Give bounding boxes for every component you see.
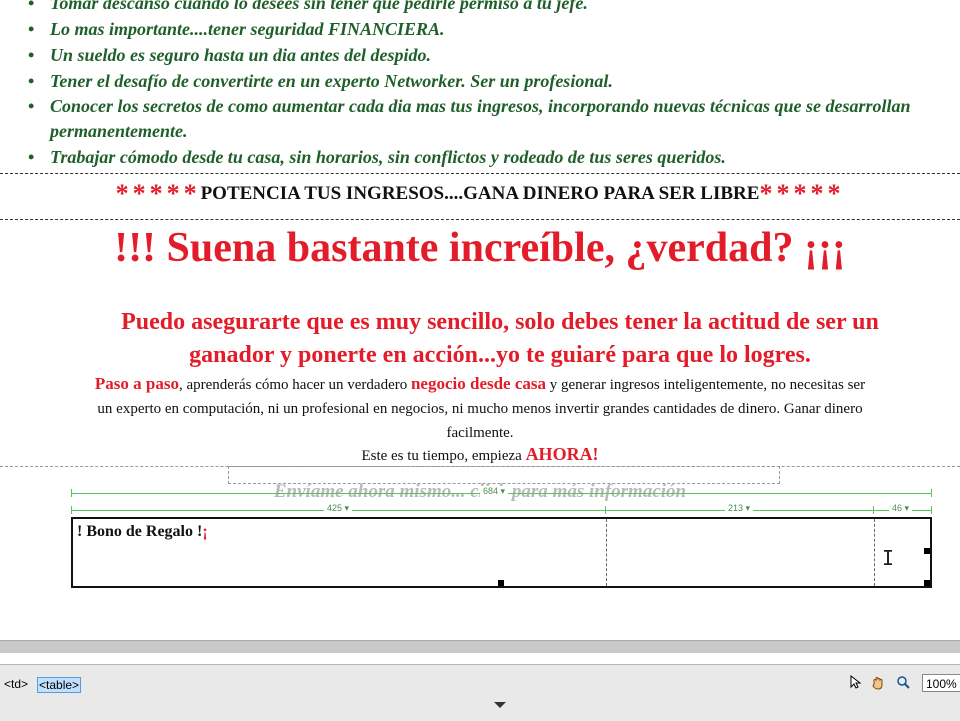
list-item: • Conocer los secretos de como aumentar c…: [28, 96, 911, 141]
table-cell[interactable]: ! Bono de Regalo !¡: [73, 519, 607, 586]
bullet-icon: •: [28, 71, 35, 91]
list-item: • Trabajar cómodo desde tu casa, sin hora…: [28, 144, 960, 170]
splitter-grip-icon[interactable]: [470, 696, 530, 708]
bullet-icon: •: [28, 0, 35, 13]
call-to-action: Este es tu tiempo, empieza AHORA!: [361, 444, 599, 464]
status-bar: <td> <table> 100%: [0, 664, 960, 721]
stars-left: *****: [115, 179, 201, 208]
headline: !!! Suena bastante increíble, ¿verdad? ¡…: [114, 225, 846, 271]
column-width-line: [71, 510, 932, 511]
resize-handle[interactable]: [924, 580, 930, 586]
bullet-icon: •: [28, 96, 35, 116]
zoom-icon[interactable]: [895, 675, 911, 691]
intro-paragraph: Paso a paso, aprenderás cómo hacer un ve…: [94, 374, 866, 441]
table-cell[interactable]: [607, 519, 875, 586]
table-width-label[interactable]: 684 ▾: [480, 486, 509, 497]
stars-right: *****: [759, 179, 845, 208]
select-arrow-icon[interactable]: [847, 674, 863, 691]
tag-table[interactable]: <table>: [37, 677, 82, 693]
selected-table[interactable]: ! Bono de Regalo !¡: [71, 517, 932, 588]
zoom-select[interactable]: 100%: [922, 674, 960, 692]
list-item: • Un sueldo es seguro hasta un dia antes …: [28, 42, 960, 68]
hand-icon[interactable]: [870, 675, 886, 691]
subheadline: Puedo asegurarte que es muy sencillo, so…: [121, 309, 879, 368]
bullet-icon: •: [28, 45, 35, 65]
col2-width-label[interactable]: 213 ▾: [725, 503, 754, 514]
banner-text: POTENCIA TUS INGRESOS....GANA DINERO PAR…: [200, 183, 760, 204]
horizontal-scrollbar[interactable]: [0, 640, 960, 653]
bono-text: ! Bono de Regalo !¡: [77, 523, 208, 540]
tag-td[interactable]: <td>: [3, 677, 29, 691]
benefits-list: • Tomar descanso cuando lo desees sin ten…: [28, 0, 960, 170]
resize-handle[interactable]: [498, 580, 504, 586]
col1-width-label[interactable]: 425 ▾: [324, 503, 353, 514]
list-item: • Tomar descanso cuando lo desees sin ten…: [28, 0, 960, 16]
text-cursor-icon: I: [882, 546, 895, 570]
banner: *****POTENCIA TUS INGRESOS....GANA DINER…: [0, 179, 960, 213]
divider: [0, 173, 960, 174]
list-item: • Lo mas importante....tener seguridad FI…: [28, 16, 960, 42]
bullet-icon: •: [28, 147, 35, 167]
col3-width-label[interactable]: 46 ▾: [889, 503, 913, 514]
divider: [0, 219, 960, 220]
resize-handle[interactable]: [924, 548, 930, 554]
list-item: • Tener el desafío de convertirte en un e…: [28, 68, 960, 94]
bullet-icon: •: [28, 19, 35, 39]
